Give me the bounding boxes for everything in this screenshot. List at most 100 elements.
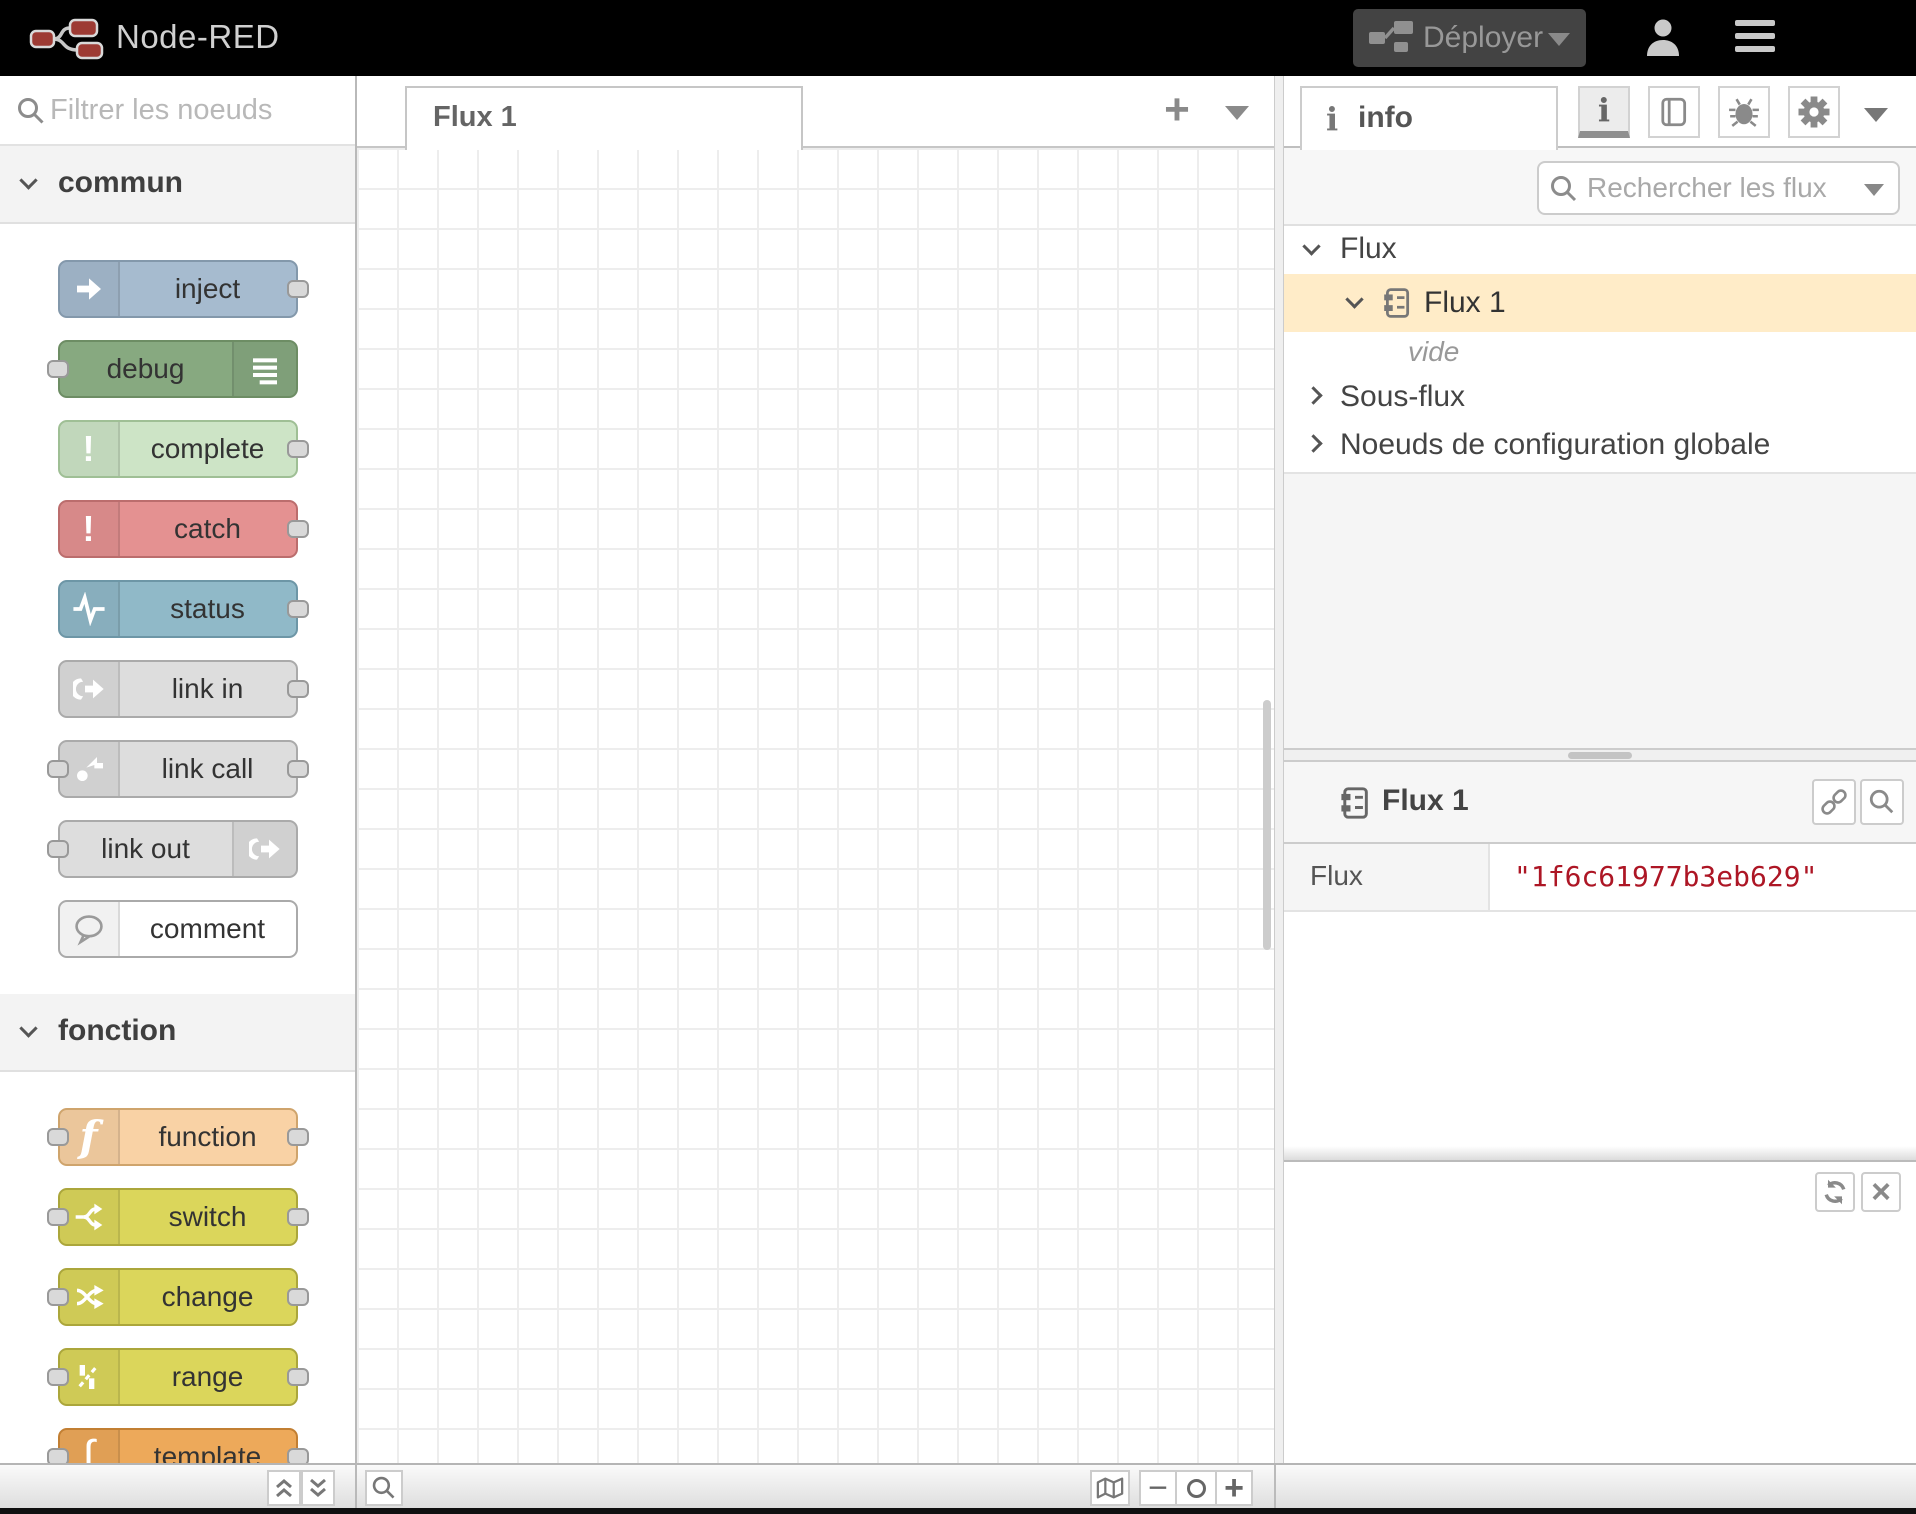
tab-label: Flux 1 (407, 88, 801, 146)
deploy-label: Déployer (1423, 21, 1543, 55)
output-port[interactable] (287, 440, 309, 458)
sidebar-tab-config-button[interactable] (1788, 86, 1840, 138)
palette-node-link-in[interactable]: link in (58, 660, 298, 718)
palette-node-link-out[interactable]: link out (58, 820, 298, 878)
output-port[interactable] (287, 760, 309, 778)
tree-label: Flux (1340, 232, 1397, 266)
palette-node-label: function (120, 1110, 296, 1164)
input-port[interactable] (47, 840, 69, 858)
footer-divider (1274, 1465, 1276, 1510)
canvas-vertical-scrollbar[interactable] (1263, 700, 1271, 950)
change-icon (60, 1270, 120, 1324)
input-port[interactable] (47, 1128, 69, 1146)
bottom-panel-separator[interactable] (1284, 1146, 1916, 1162)
status-icon (60, 582, 120, 636)
input-port[interactable] (47, 1368, 69, 1386)
input-port[interactable] (47, 360, 69, 378)
palette-node-debug[interactable]: debug (58, 340, 298, 398)
sidebar-tab-debug-button[interactable] (1718, 86, 1770, 138)
palette-node-list-commun: inject debug ! complete ! catch status l… (0, 224, 355, 994)
tree-row-subflows[interactable]: Sous-flux (1284, 376, 1916, 422)
output-port[interactable] (287, 1448, 309, 1463)
tab-info[interactable]: i info (1300, 86, 1558, 150)
output-port[interactable] (287, 1128, 309, 1146)
navigator-button[interactable] (1090, 1470, 1130, 1506)
palette-node-range[interactable]: range (58, 1348, 298, 1406)
output-port[interactable] (287, 600, 309, 618)
palette-node-link-call[interactable]: link call (58, 740, 298, 798)
output-port[interactable] (287, 680, 309, 698)
zoom-out-button[interactable]: − (1139, 1470, 1177, 1506)
palette-node-function[interactable]: f function (58, 1108, 298, 1166)
palette-node-status[interactable]: status (58, 580, 298, 638)
zoom-reset-button[interactable] (1177, 1470, 1215, 1506)
output-port[interactable] (287, 1368, 309, 1386)
sidebar-tabs-dropdown-icon[interactable] (1864, 108, 1888, 122)
tree-label: Flux 1 (1424, 286, 1506, 320)
workspace-tab-bar: Flux 1 + (357, 76, 1274, 148)
close-button[interactable]: × (1861, 1172, 1901, 1212)
tree-row-global-config[interactable]: Noeuds de configuration globale (1284, 422, 1916, 472)
tree-label: Sous-flux (1340, 380, 1465, 414)
palette-node-label: complete (120, 422, 296, 476)
palette-node-switch[interactable]: switch (58, 1188, 298, 1246)
palette-category-commun[interactable]: commun (0, 146, 355, 224)
tree-row-flux-1[interactable]: Flux 1 (1284, 274, 1916, 332)
palette-filter-input[interactable] (50, 86, 330, 134)
double-chevron-down-icon (307, 1476, 329, 1500)
book-icon (1659, 96, 1689, 128)
sidebar-tab-info-button[interactable]: i (1578, 86, 1630, 138)
tree-row-empty: vide (1284, 332, 1916, 376)
search-flow-button[interactable] (1860, 779, 1904, 825)
info-tab-label: info (1358, 101, 1413, 135)
palette-node-comment[interactable]: comment (58, 900, 298, 958)
sidebar: i info i Flux Flux 1 (1284, 76, 1916, 1463)
palette-node-inject[interactable]: inject (58, 260, 298, 318)
copy-link-button[interactable] (1812, 779, 1856, 825)
tree-empty-zone (1284, 472, 1916, 748)
input-port[interactable] (47, 760, 69, 778)
palette-node-change[interactable]: change (58, 1268, 298, 1326)
flow-search-input[interactable] (1587, 167, 1837, 209)
collapse-all-categories-button[interactable] (267, 1470, 301, 1506)
user-icon[interactable] (1643, 18, 1683, 58)
palette-node-list-fonction: f function switch change range ∫ templat… (0, 1072, 355, 1463)
canvas-search-button[interactable] (365, 1470, 403, 1506)
chevron-down-icon (1345, 290, 1363, 308)
sidebar-tab-help-button[interactable] (1648, 86, 1700, 138)
output-port[interactable] (287, 520, 309, 538)
palette-node-label: change (120, 1270, 296, 1324)
refresh-button[interactable] (1815, 1172, 1855, 1212)
palette-node-template[interactable]: ∫ template (58, 1428, 298, 1463)
comment-icon (60, 902, 120, 956)
add-flow-button[interactable]: + (1152, 86, 1202, 136)
output-port[interactable] (287, 1288, 309, 1306)
zoom-reset-icon (1187, 1479, 1206, 1498)
catch-icon: ! (60, 502, 120, 556)
output-port[interactable] (287, 280, 309, 298)
info-panel-resize-handle[interactable] (1284, 748, 1916, 762)
sidebar-resize-handle[interactable] (1274, 76, 1284, 1463)
tab-flux-1[interactable]: Flux 1 (405, 86, 803, 150)
search-options-dropdown-icon[interactable] (1864, 184, 1884, 196)
zoom-in-button[interactable]: + (1215, 1470, 1253, 1506)
input-port[interactable] (47, 1208, 69, 1226)
bug-icon (1728, 96, 1760, 128)
input-port[interactable] (47, 1288, 69, 1306)
palette-node-complete[interactable]: ! complete (58, 420, 298, 478)
flow-search-box[interactable] (1537, 161, 1900, 215)
palette-category-fonction[interactable]: fonction (0, 994, 355, 1072)
expand-all-categories-button[interactable] (301, 1470, 335, 1506)
hamburger-menu-icon[interactable] (1735, 20, 1775, 54)
tree-row-flows[interactable]: Flux (1284, 226, 1916, 274)
palette-node-label: link call (120, 742, 296, 796)
deploy-button[interactable]: Déployer (1353, 9, 1586, 67)
flow-list-dropdown-icon[interactable] (1225, 106, 1249, 120)
deploy-dropdown-icon[interactable] (1548, 33, 1570, 46)
flow-canvas[interactable] (357, 148, 1274, 1463)
output-port[interactable] (287, 1208, 309, 1226)
input-port[interactable] (47, 1448, 69, 1463)
switch-icon (60, 1190, 120, 1244)
palette-node-catch[interactable]: ! catch (58, 500, 298, 558)
chevron-right-icon (1304, 434, 1322, 452)
